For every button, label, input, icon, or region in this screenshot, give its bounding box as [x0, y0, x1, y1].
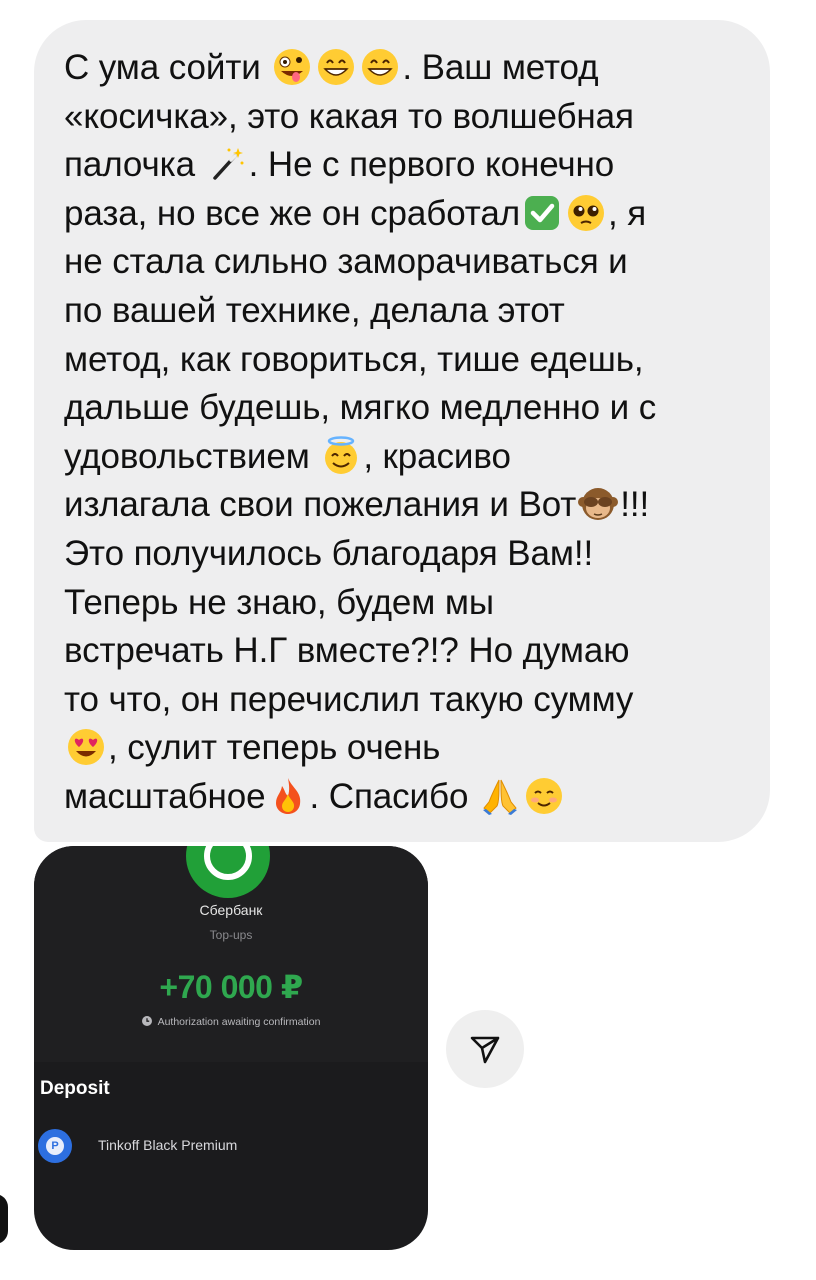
message-text-segment: то что, он перечислил такую сумму [64, 679, 634, 719]
message-line: дальше будешь, мягко медленно и с [64, 384, 742, 433]
message-text-segment: раза, но все же он сработал [64, 193, 521, 233]
message-text-segment: , красиво [363, 436, 511, 476]
heart-eyes-emoji [66, 727, 106, 767]
message-line: «косичка», это какая то волшебная [64, 93, 742, 142]
share-button[interactable] [446, 1010, 524, 1088]
card-name: Tinkoff Black Premium [98, 1137, 238, 1153]
transaction-header: Сбербанк Top-ups +70 000 ₽ Authorization… [34, 846, 428, 1062]
message-line: Это получилось благодаря Вам!! [64, 530, 742, 579]
avatar[interactable] [0, 1194, 8, 1244]
transaction-status: Authorization awaiting confirmation [34, 1016, 428, 1028]
fire-emoji [268, 776, 308, 816]
transaction-amount: +70 000 ₽ [159, 969, 303, 1005]
message-text-segment: . Ваш метод [402, 48, 599, 87]
zany-face-emoji [272, 47, 312, 87]
message-text-segment: встречать Н.Г вместе?!? Но думаю [64, 631, 630, 671]
transaction-category: Top-ups [209, 928, 253, 942]
message-text-segment: Это получилось благодаря Вам!! [64, 533, 594, 573]
message-text: С ума сойти . Ваш метод «косичка», это ка… [64, 44, 742, 822]
message-text-segment: палочка [64, 145, 205, 185]
message-text-segment: . Не с первого конечно [248, 145, 615, 185]
message-text-segment: !!! [620, 485, 650, 525]
attached-image[interactable]: Сбербанк Top-ups +70 000 ₽ Authorization… [34, 846, 428, 1250]
see-no-evil-monkey-emoji [578, 484, 619, 524]
message-text-segment: излагала свои пожелания и Вот [64, 485, 577, 525]
message-line: по вашей технике, делала этот [64, 287, 742, 336]
sberbank-logo-icon [186, 846, 270, 898]
message-text-segment: не стала сильно заморачиваться и [64, 242, 628, 282]
clock-icon [141, 1016, 152, 1026]
message-line: излагала свои пожелания и Вот!!! [64, 481, 742, 530]
message-line: раза, но все же он сработал , я [64, 190, 742, 239]
message-line: то что, он перечислил такую сумму [64, 676, 742, 725]
message-text-segment: С ума сойти [64, 48, 271, 87]
message-line: встречать Н.Г вместе?!? Но думаю [64, 627, 742, 676]
message-line: метод, как говориться, тише едешь, [64, 336, 742, 385]
message-line: не стала сильно заморачиваться и [64, 238, 742, 287]
message-text-segment: по вашей технике, делала этот [64, 290, 565, 330]
message-line: палочка . Не с первого конечно [64, 141, 742, 190]
message-line: удовольствием , красиво [64, 433, 742, 482]
paper-plane-icon [470, 1036, 500, 1064]
message-text-segment: «косичка», это какая то волшебная [64, 96, 634, 136]
card-icon: P [38, 1129, 72, 1163]
smiling-face-emoji [524, 776, 564, 816]
pleading-face-emoji [566, 193, 606, 233]
message-line: Теперь не знаю, будем мы [64, 579, 742, 628]
status-text: Authorization awaiting confirmation [157, 1016, 321, 1028]
message-text-segment: , я [608, 193, 647, 233]
message-text-segment: удовольствием [64, 436, 320, 476]
message-line: , сулит теперь очень [64, 724, 742, 773]
folded-hands-emoji [480, 776, 520, 816]
deposit-title: Deposit [40, 1078, 110, 1099]
message-text-segment: . Спасибо [309, 776, 478, 816]
message-text-segment: масштабное [64, 776, 266, 816]
message-line: С ума сойти . Ваш метод [64, 44, 742, 93]
smiling-face-with-halo-emoji [321, 436, 361, 476]
grinning-face-emoji [316, 47, 356, 87]
message-text-segment: дальше будешь, мягко медленно и с [64, 388, 657, 428]
bank-name: Сбербанк [199, 902, 263, 918]
message-line: масштабное . Спасибо [64, 773, 742, 822]
magic-wand-emoji [207, 144, 247, 184]
card-letter: P [46, 1137, 64, 1155]
message-text-segment: Теперь не знаю, будем мы [64, 582, 494, 622]
message-bubble[interactable]: С ума сойти . Ваш метод «косичка», это ка… [34, 20, 770, 842]
grinning-face-emoji [360, 47, 400, 87]
message-text-segment: метод, как говориться, тише едешь, [64, 339, 644, 379]
message-text-segment: , сулит теперь очень [108, 728, 441, 768]
check-mark-button-emoji [522, 193, 562, 233]
